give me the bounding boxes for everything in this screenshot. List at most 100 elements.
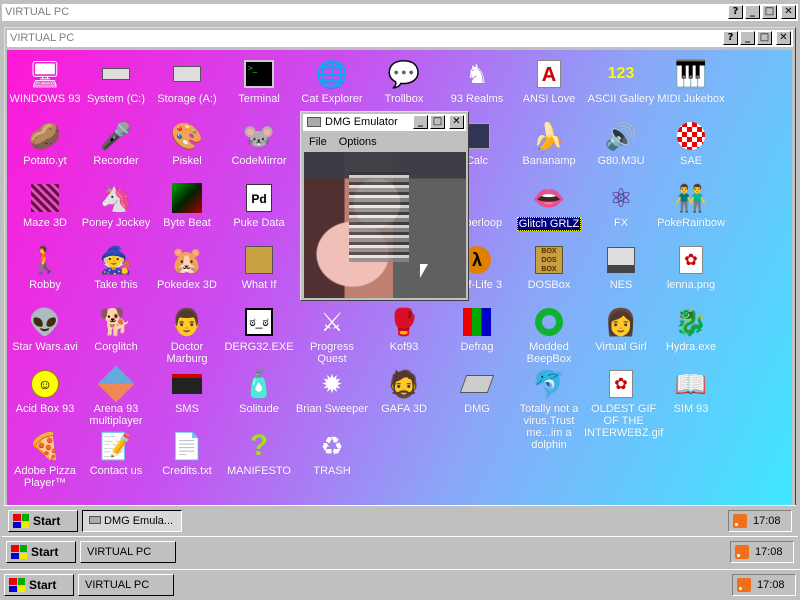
icon-label: Pokedex 3D <box>157 279 217 291</box>
menu-file[interactable]: File <box>309 133 327 151</box>
desktop-icon[interactable]: 👨 Doctor Marburg <box>149 306 225 365</box>
desktop-icon[interactable]: NES <box>583 244 659 291</box>
icon-label: Recorder <box>93 155 139 167</box>
desktop-icon[interactable]: Modded BeepBox <box>511 306 587 365</box>
desktop-icon[interactable]: 📄 Credits.txt <box>149 430 225 477</box>
windows-logo-icon <box>9 578 25 592</box>
desktop-icon[interactable]: 🧙 Take this <box>78 244 154 291</box>
desktop-icon[interactable]: 👬 PokeRainbow <box>653 182 729 229</box>
desktop-icon[interactable]: 📖 SIM 93 <box>653 368 729 415</box>
desktop-icon[interactable]: 💬 Trollbox <box>366 58 442 105</box>
task-label: VIRTUAL PC <box>87 546 152 558</box>
start-button[interactable]: Start <box>8 510 78 532</box>
desktop-icon[interactable]: SMS <box>149 368 225 415</box>
desktop-icon[interactable]: SAE <box>653 120 729 167</box>
outer-close-button[interactable]: ✕ <box>781 5 796 19</box>
dmg-title-bar[interactable]: DMG Emulator _ □ ✕ <box>303 114 466 131</box>
desktop-icon[interactable]: ⚛ FX <box>583 182 659 229</box>
desktop-icon[interactable]: ☺ Acid Box 93 <box>7 368 83 415</box>
pokemon-trainers-icon: 👬 <box>674 183 708 213</box>
dmg-emulator-window[interactable]: DMG Emulator _ □ ✕ File Options <box>300 111 469 301</box>
desktop-icon[interactable]: Byte Beat <box>149 182 225 229</box>
desktop-icon[interactable]: 🧔 GAFA 3D <box>366 368 442 415</box>
yoda-icon: 👽 <box>28 307 62 337</box>
desktop-icon[interactable]: 🌐 Cat Explorer <box>294 58 370 105</box>
taskbar-item-virtual-pc[interactable]: VIRTUAL PC <box>80 541 176 563</box>
desktop-icon[interactable]: 🍕 Adobe Pizza Player™ <box>7 430 83 489</box>
desktop-icon[interactable]: 🥊 Kof93 <box>366 306 442 353</box>
icon-label: Totally not a virus.Trust me...im a dolp… <box>519 403 579 451</box>
desktop-icon[interactable]: Arena 93 multiplayer <box>78 365 154 427</box>
desktop-icon[interactable]: 📝 Contact us <box>78 430 154 477</box>
inner-minimize-button[interactable]: _ <box>740 31 755 45</box>
desktop-icon[interactable]: 🧴 Solitude <box>221 368 297 415</box>
icon-label: GAFA 3D <box>381 403 427 415</box>
desktop-icon[interactable]: ✹ Brian Sweeper <box>294 368 370 415</box>
taskbar-item-virtual-pc[interactable]: VIRTUAL PC <box>78 574 174 596</box>
desktop-icon[interactable]: BOX DOS BOX DOSBox <box>511 244 587 291</box>
desktop-icon[interactable]: System (C:) <box>78 58 154 105</box>
desktop-icon[interactable]: 🔊 G80.M3U <box>583 120 659 167</box>
inner-maximize-button[interactable]: □ <box>757 31 772 45</box>
pokedex-icon: 🐹 <box>170 245 204 275</box>
emulator-screen[interactable] <box>304 152 466 298</box>
desktop-icon[interactable]: 🚶 Robby <box>7 244 83 291</box>
icon-label: Acid Box 93 <box>15 403 75 415</box>
inner-help-button[interactable]: ? <box>723 31 738 45</box>
desktop-icon[interactable]: Maze 3D <box>7 182 83 229</box>
dmg-close-button[interactable]: ✕ <box>449 115 464 129</box>
inner-title-bar[interactable]: VIRTUAL PC ? _ □ ✕ <box>7 30 793 47</box>
start-label: Start <box>33 514 61 528</box>
desktop-icon[interactable]: 🐹 Pokedex 3D <box>149 244 225 291</box>
desktop-icon[interactable]: 🐬 Totally not a virus.Trust me...im a dol… <box>511 368 587 451</box>
desktop-icon[interactable]: ✿ lenna.png <box>653 244 729 291</box>
desktop-icon[interactable]: ಠ_ಠ DERG32.EXE <box>221 306 297 353</box>
dmg-maximize-button[interactable]: □ <box>430 115 445 129</box>
outer-title: VIRTUAL PC <box>5 6 70 18</box>
desktop-icon[interactable]: 🎨 Piskel <box>149 120 225 167</box>
outer-minimize-button[interactable]: _ <box>745 5 760 19</box>
icon-label: Virtual Girl <box>595 341 647 353</box>
knight-icon: ♞ <box>465 59 489 89</box>
outer-maximize-button[interactable]: □ <box>762 5 777 19</box>
desktop-icon[interactable]: 🐉 Hydra.exe <box>653 306 729 353</box>
desktop-icon[interactable]: ⚔ Progress Quest <box>294 306 370 365</box>
desktop-icon[interactable]: A ANSI Love <box>511 58 587 105</box>
desktop-icon[interactable]: 🎹 MIDI Jukebox <box>653 58 729 105</box>
desktop-icon[interactable]: 🥔 Potato.yt <box>7 120 83 167</box>
desktop-icon[interactable]: ♞ 93 Realms <box>439 58 515 105</box>
outer-title-bar[interactable]: VIRTUAL PC ? _ □ ✕ <box>2 4 798 21</box>
rss-icon[interactable] <box>735 545 749 559</box>
desktop-icon[interactable]: Defrag <box>439 306 515 353</box>
icon-label: Hydra.exe <box>665 341 717 353</box>
start-button[interactable]: Start <box>4 574 74 596</box>
icon-label: Piskel <box>172 155 202 167</box>
rss-icon[interactable] <box>733 514 747 528</box>
desktop-icon[interactable]: 👄 Glitch GRLZ <box>511 182 587 231</box>
desktop-icon[interactable]: 123 ASCII Gallery <box>583 58 659 105</box>
outer-help-button[interactable]: ? <box>728 5 743 19</box>
desktop-icon[interactable]: DMG <box>439 368 515 415</box>
globe-cat-icon: 🌐 <box>315 59 349 89</box>
dmg-minimize-button[interactable]: _ <box>413 115 428 129</box>
menu-options[interactable]: Options <box>339 133 377 151</box>
taskbar-item-dmg[interactable]: DMG Emula... <box>82 510 182 532</box>
desktop-icon[interactable]: Pd Puke Data <box>221 182 297 229</box>
desktop-icon[interactable]: 🐕 Corglitch <box>78 306 154 353</box>
inner-close-button[interactable]: ✕ <box>776 31 791 45</box>
desktop-icon[interactable]: ✿ OLDEST GIF OF THE INTERWEBZ.gif <box>583 368 663 439</box>
desktop-icon[interactable]: 🎤 Recorder <box>78 120 154 167</box>
desktop-icon[interactable]: 🖥 WINDOWS 93 <box>7 58 83 105</box>
desktop-icon[interactable]: 🦄 Poney Jockey <box>78 182 154 229</box>
desktop-icon[interactable]: 🐭 CodeMirror <box>221 120 297 167</box>
desktop-icon[interactable]: >_ Terminal <box>221 58 297 105</box>
desktop-icon[interactable]: Storage (A:) <box>149 58 225 105</box>
desktop-icon[interactable]: 👽 Star Wars.avi <box>7 306 83 353</box>
desktop-icon[interactable]: 👩 Virtual Girl <box>583 306 659 353</box>
desktop-icon[interactable]: 🍌 Bananamp <box>511 120 587 167</box>
start-button[interactable]: Start <box>6 541 76 563</box>
rss-icon[interactable] <box>737 578 751 592</box>
desktop-icon[interactable]: What If <box>221 244 297 291</box>
desktop-icon[interactable]: ? MANIFESTO <box>221 430 297 478</box>
desktop-icon[interactable]: ♻ TRASH <box>294 430 370 477</box>
